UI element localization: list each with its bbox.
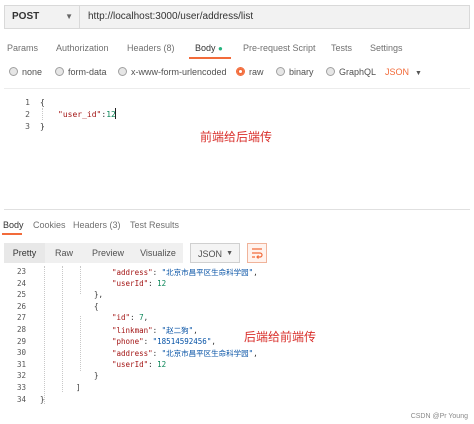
chevron-down-icon: ▼ bbox=[65, 12, 73, 21]
radio-x-www-form-urlencoded[interactable]: x-www-form-urlencoded bbox=[118, 67, 227, 77]
tab-params[interactable]: Params bbox=[7, 43, 38, 53]
request-annotation: 前端给后端传 bbox=[200, 130, 273, 144]
raw-button[interactable]: Raw bbox=[45, 243, 83, 263]
response-format-select[interactable]: JSON ▼ bbox=[190, 243, 240, 263]
response-body-viewer[interactable]: 后端给前端传 23 "address": "北京市昌平区生命科学园", 24 "use… bbox=[4, 266, 470, 416]
tab-settings[interactable]: Settings bbox=[370, 43, 403, 53]
indent-guide bbox=[42, 108, 44, 120]
active-tab-underline bbox=[189, 57, 231, 59]
visualize-button[interactable]: Visualize bbox=[133, 243, 183, 263]
radio-raw[interactable]: raw bbox=[236, 67, 264, 77]
indent-guide bbox=[62, 266, 64, 392]
wrap-lines-button[interactable] bbox=[247, 243, 267, 263]
radio-circle-icon bbox=[55, 67, 64, 76]
radio-circle-icon bbox=[276, 67, 285, 76]
body-format-select[interactable]: JSON ▼ bbox=[385, 67, 422, 77]
response-annotation: 后端给前端传 bbox=[244, 330, 317, 344]
body-indicator-dot: ● bbox=[218, 44, 223, 53]
url-input[interactable]: http://localhost:3000/user/address/list bbox=[80, 5, 470, 29]
watermark: CSDN @Pr Young bbox=[410, 413, 468, 420]
tab-body[interactable]: Body ● bbox=[195, 43, 223, 53]
active-tab-underline bbox=[2, 233, 22, 235]
radio-selected-icon bbox=[236, 67, 245, 76]
tab-test-results[interactable]: Test Results bbox=[130, 220, 179, 230]
indent-guide bbox=[80, 266, 82, 294]
radio-binary[interactable]: binary bbox=[276, 67, 314, 77]
request-url-bar: POST ▼ http://localhost:3000/user/addres… bbox=[0, 2, 474, 30]
tab-response-headers[interactable]: Headers (3) bbox=[73, 220, 121, 230]
tab-response-body[interactable]: Body bbox=[3, 220, 24, 230]
method-label: POST bbox=[12, 11, 40, 22]
radio-circle-icon bbox=[9, 67, 18, 76]
radio-circle-icon bbox=[118, 67, 127, 76]
tab-cookies[interactable]: Cookies bbox=[33, 220, 66, 230]
indent-guide bbox=[80, 316, 82, 371]
tab-pre-request-script[interactable]: Pre-request Script bbox=[243, 43, 316, 53]
indent-guide bbox=[44, 266, 46, 404]
method-select[interactable]: POST ▼ bbox=[4, 5, 80, 29]
tab-tests[interactable]: Tests bbox=[331, 43, 352, 53]
pretty-button[interactable]: Pretty bbox=[4, 243, 45, 263]
radio-circle-icon bbox=[326, 67, 335, 76]
wrap-lines-icon bbox=[252, 248, 263, 259]
tab-headers[interactable]: Headers (8) bbox=[127, 43, 175, 53]
chevron-down-icon: ▼ bbox=[226, 250, 233, 257]
preview-button[interactable]: Preview bbox=[83, 243, 133, 263]
radio-form-data[interactable]: form-data bbox=[55, 67, 107, 77]
radio-graphql[interactable]: GraphQL bbox=[326, 67, 376, 77]
chevron-down-icon: ▼ bbox=[415, 70, 422, 77]
text-cursor bbox=[115, 108, 116, 119]
tab-authorization[interactable]: Authorization bbox=[56, 43, 109, 53]
radio-none[interactable]: none bbox=[9, 67, 42, 77]
response-toolbar: Pretty Raw Preview Visualize JSON ▼ bbox=[0, 241, 474, 265]
request-body-editor[interactable]: 1 { 2 "user_id":12 3 } 前端给后端传 bbox=[4, 88, 470, 210]
